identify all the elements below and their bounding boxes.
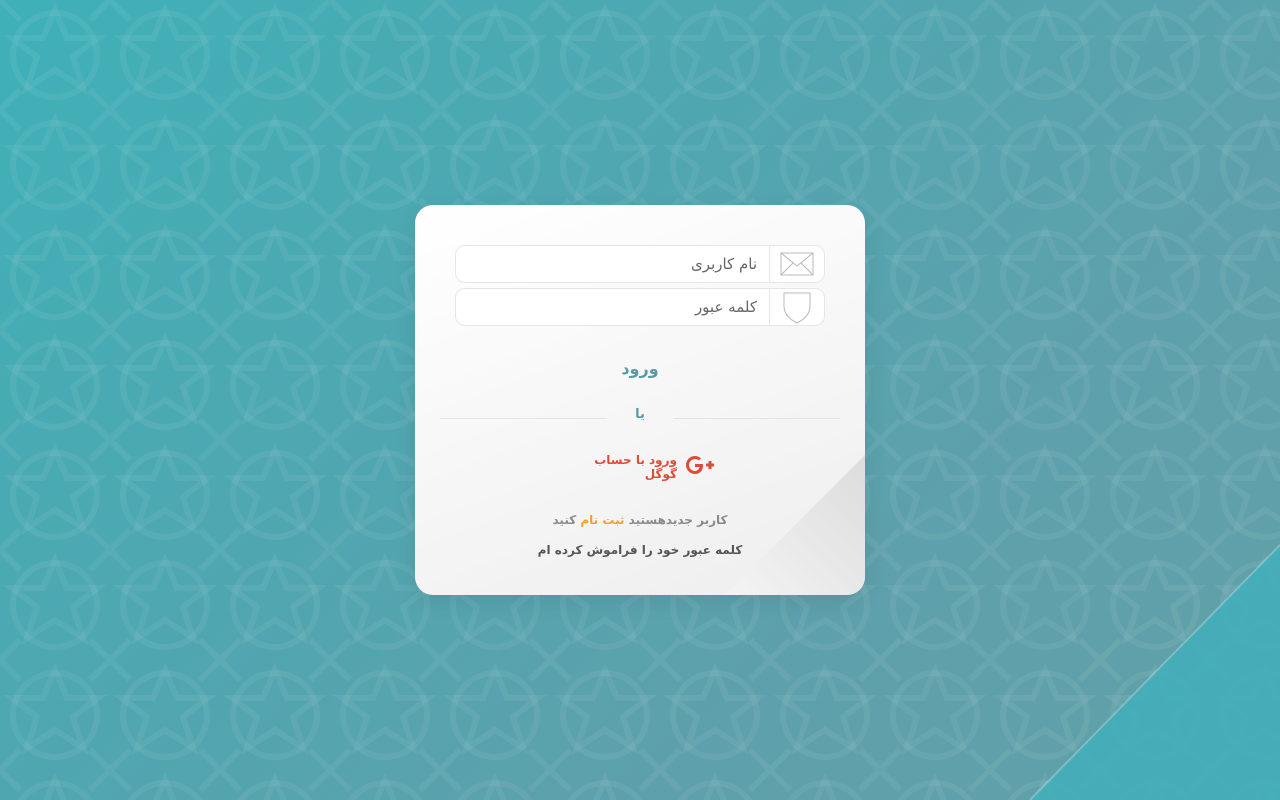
password-input[interactable] — [456, 289, 769, 325]
signup-prompt: کاربر جدیدهستید ثبت نام کنید — [515, 513, 765, 527]
login-button[interactable]: ورود — [590, 353, 690, 383]
username-input[interactable] — [456, 246, 769, 282]
google-login-button[interactable]: ورود با حساب گوگل — [565, 453, 715, 481]
login-page: { "login_form": { "username_placeholder"… — [0, 0, 1280, 800]
google-plus-icon — [685, 454, 715, 480]
signup-suffix-text: کنید — [552, 513, 577, 527]
google-login-label: ورود با حساب گوگل — [594, 453, 677, 481]
password-field — [455, 288, 825, 326]
signup-link[interactable]: ثبت نام — [580, 513, 624, 527]
shield-icon — [769, 289, 824, 325]
signup-prefix-text: کاربر جدیدهستید — [628, 513, 728, 527]
divider-left — [440, 418, 607, 419]
divider-right — [673, 418, 840, 419]
forgot-password-link[interactable]: کلمه عبور خود را فراموش کرده ام — [515, 543, 765, 557]
username-field — [455, 245, 825, 283]
login-card: ورود یا ورود با حساب گوگل کاربر جدیدهستی… — [415, 205, 865, 595]
envelope-icon — [769, 246, 824, 282]
or-divider-text: یا — [635, 407, 645, 422]
